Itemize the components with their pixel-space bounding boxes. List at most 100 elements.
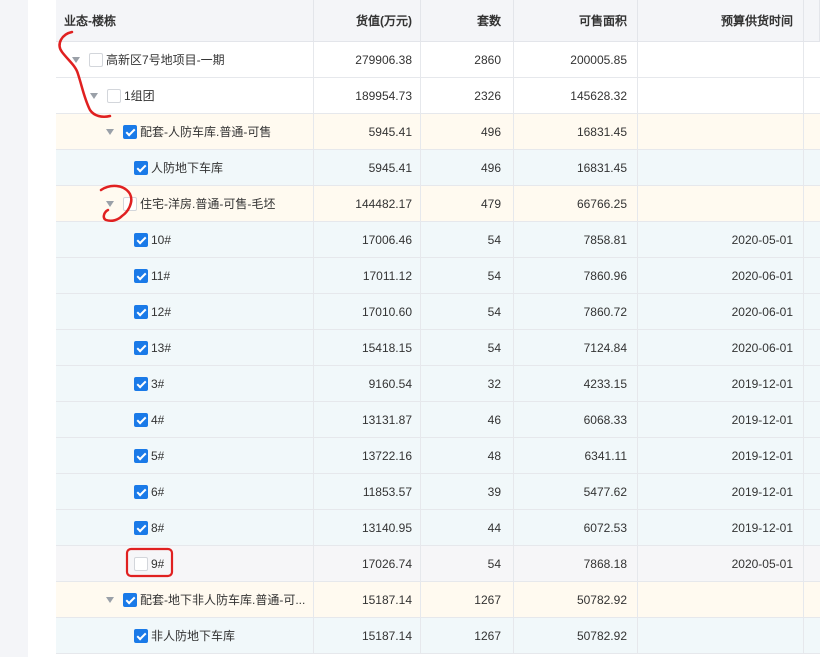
cell-extra [804,222,820,257]
row-checkbox[interactable] [134,160,148,175]
cell-area: 16831.45 [514,150,638,185]
cell-extra [804,366,820,401]
cell-supply-time: 2019-12-01 [638,366,804,401]
cell-supply-time: 2020-05-01 [638,222,804,257]
row-checkbox[interactable] [134,484,148,499]
cell-area: 16831.45 [514,114,638,149]
row-checkbox[interactable] [134,304,148,319]
cell-supply-time: 2019-12-01 [638,510,804,545]
header-units[interactable]: 套数 [421,0,514,41]
cell-supply-time: 2020-06-01 [638,294,804,329]
row-label: 配套-地下非人防车库.普通-可... [140,593,306,607]
cell-value: 189954.73 [314,78,421,113]
cell-units: 48 [421,438,514,473]
table-row[interactable]: 人防地下车库 5945.41 496 16831.45 [56,150,820,186]
cell-value: 17010.60 [314,294,421,329]
row-label: 8# [151,520,165,535]
table-row[interactable]: 8# 13140.95 44 6072.53 2019-12-01 [56,510,820,546]
cell-units: 39 [421,474,514,509]
row-checkbox[interactable] [134,520,148,535]
table-row[interactable]: 10# 17006.46 54 7858.81 2020-05-01 [56,222,820,258]
cell-name: 4# [56,402,314,437]
cell-units: 496 [421,150,514,185]
header-supply-time[interactable]: 预算供货时间 [638,0,804,41]
table-row[interactable]: 住宅-洋房.普通-可售-毛坯 144482.17 479 66766.25 [56,186,820,222]
header-name[interactable]: 业态-楼栋 [56,0,314,41]
header-area[interactable]: 可售面积 [514,0,638,41]
cell-name: 10# [56,222,314,257]
table-row[interactable]: 6# 11853.57 39 5477.62 2019-12-01 [56,474,820,510]
row-checkbox[interactable] [134,340,148,355]
table-row[interactable]: 11# 17011.12 54 7860.96 2020-06-01 [56,258,820,294]
cell-value: 13131.87 [314,402,421,437]
row-checkbox[interactable] [134,412,148,427]
table-row[interactable]: 1组团 189954.73 2326 145628.32 [56,78,820,114]
cell-units: 2860 [421,42,514,77]
row-checkbox[interactable] [134,448,148,463]
cell-value: 17026.74 [314,546,421,581]
cell-extra [804,546,820,581]
expand-triangle-icon[interactable] [106,128,114,135]
cell-area: 5477.62 [514,474,638,509]
table-row[interactable]: 4# 13131.87 46 6068.33 2019-12-01 [56,402,820,438]
cell-units: 54 [421,546,514,581]
cell-name: 配套-人防车库.普通-可售 [56,114,314,149]
cell-units: 44 [421,510,514,545]
cell-supply-time [638,78,804,113]
table-row[interactable]: 5# 13722.16 48 6341.11 2019-12-01 [56,438,820,474]
cell-name: 5# [56,438,314,473]
cell-value: 279906.38 [314,42,421,77]
table-row[interactable]: 13# 15418.15 54 7124.84 2020-06-01 [56,330,820,366]
cell-value: 144482.17 [314,186,421,221]
row-label: 10# [151,232,172,247]
expand-triangle-icon[interactable] [90,92,98,99]
cell-name: 9# [56,546,314,581]
table-row[interactable]: 配套-地下非人防车库.普通-可... 15187.14 1267 50782.92 [56,582,820,618]
cell-extra [804,402,820,437]
left-sidebar-strip [0,0,28,657]
header-value[interactable]: 货值(万元) [314,0,421,41]
table-row[interactable]: 3# 9160.54 32 4233.15 2019-12-01 [56,366,820,402]
table-row[interactable]: 高新区7号地项目-一期 279906.38 2860 200005.85 [56,42,820,78]
row-label: 11# [151,268,171,283]
row-checkbox[interactable] [134,628,148,643]
cell-value: 11853.57 [314,474,421,509]
row-checkbox[interactable] [134,268,148,283]
row-checkbox[interactable] [107,88,121,103]
cell-extra [804,150,820,185]
row-checkbox[interactable] [134,556,148,571]
row-checkbox[interactable] [134,232,148,247]
table-row[interactable]: 9# 17026.74 54 7868.18 2020-05-01 [56,546,820,582]
cell-area: 6341.11 [514,438,638,473]
expand-triangle-icon[interactable] [72,56,80,63]
row-checkbox[interactable] [134,376,148,391]
expand-triangle-icon[interactable] [106,596,114,603]
table-row[interactable]: 非人防地下车库 15187.14 1267 50782.92 [56,618,820,654]
cell-value: 17006.46 [314,222,421,257]
cell-area: 4233.15 [514,366,638,401]
table-row[interactable]: 配套-人防车库.普通-可售 5945.41 496 16831.45 [56,114,820,150]
cell-area: 145628.32 [514,78,638,113]
row-label: 9# [151,556,165,571]
cell-name: 11# [56,258,314,293]
cell-area: 200005.85 [514,42,638,77]
row-label: 高新区7号地项目-一期 [106,53,225,67]
cell-value: 13140.95 [314,510,421,545]
cell-name: 非人防地下车库 [56,618,314,653]
row-checkbox[interactable] [123,196,137,211]
table-header: 业态-楼栋 货值(万元) 套数 可售面积 预算供货时间 [56,0,820,42]
table-row[interactable]: 12# 17010.60 54 7860.72 2020-06-01 [56,294,820,330]
row-label: 住宅-洋房.普通-可售-毛坯 [140,197,276,211]
row-checkbox[interactable] [123,592,137,607]
row-label: 非人防地下车库 [151,629,236,643]
cell-area: 7860.96 [514,258,638,293]
expand-triangle-icon[interactable] [106,200,114,207]
cell-area: 50782.92 [514,582,638,617]
cell-units: 54 [421,330,514,365]
row-checkbox[interactable] [123,124,137,139]
cell-extra [804,510,820,545]
row-checkbox[interactable] [89,52,103,67]
cell-supply-time: 2020-06-01 [638,330,804,365]
cell-units: 32 [421,366,514,401]
cell-supply-time [638,186,804,221]
